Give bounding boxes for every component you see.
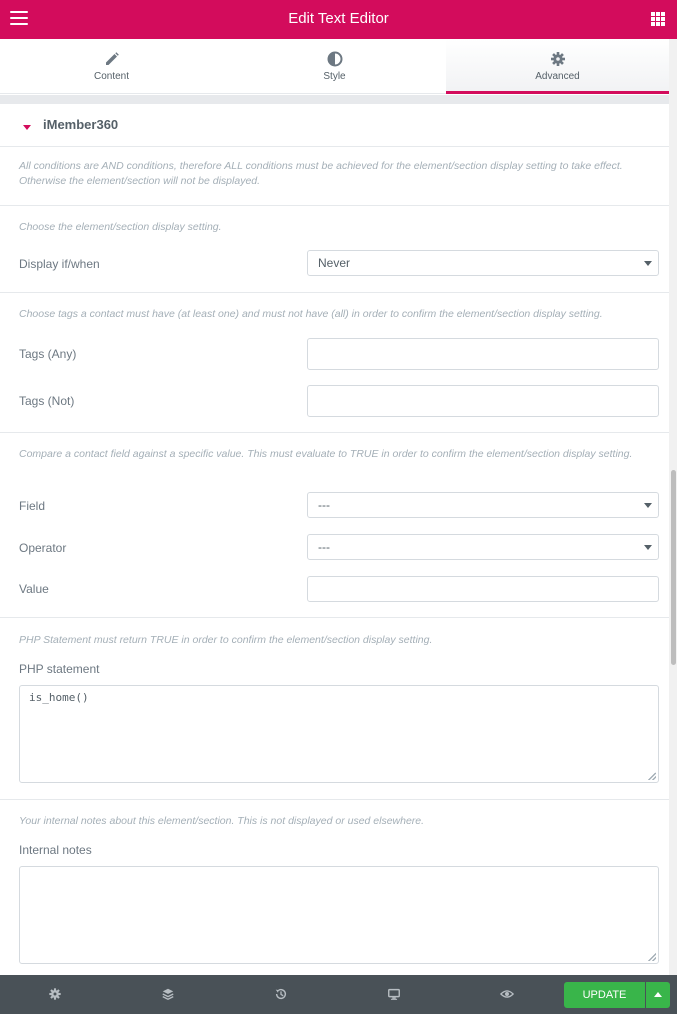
chevron-down-icon xyxy=(644,545,652,550)
scrollbar-thumb[interactable] xyxy=(671,470,676,665)
divider xyxy=(0,292,669,293)
preview-icon[interactable] xyxy=(500,987,514,1001)
display-select[interactable]: Never xyxy=(307,250,659,276)
notes-description: Your internal notes about this element/s… xyxy=(19,815,425,827)
pencil-icon xyxy=(105,52,119,65)
grid-icon[interactable] xyxy=(651,12,665,26)
section-title: iMember360 xyxy=(43,117,119,132)
display-label: Display if/when xyxy=(19,257,100,271)
tags-not-input[interactable] xyxy=(307,385,659,417)
divider xyxy=(0,432,669,433)
php-statement-textarea[interactable]: is_home() xyxy=(19,685,659,783)
display-select-value: Never xyxy=(318,256,351,270)
divider xyxy=(0,205,669,206)
operator-select[interactable]: --- xyxy=(307,534,659,560)
php-statement-value: is_home() xyxy=(29,691,89,704)
resize-handle-icon[interactable] xyxy=(648,772,656,780)
caret-up-icon xyxy=(654,992,662,997)
field-compare-description: Compare a contact field against a specif… xyxy=(19,448,633,460)
update-button[interactable]: UPDATE xyxy=(564,982,645,1008)
value-label: Value xyxy=(19,582,49,596)
layers-icon[interactable] xyxy=(161,987,175,1001)
tab-advanced[interactable]: Advanced xyxy=(446,39,669,94)
tags-description: Choose tags a contact must have (at leas… xyxy=(19,308,603,320)
field-select[interactable]: --- xyxy=(307,492,659,518)
panel-title: Edit Text Editor xyxy=(288,10,389,27)
internal-notes-textarea[interactable] xyxy=(19,866,659,964)
gear-icon xyxy=(550,52,565,66)
php-description: PHP Statement must return TRUE in order … xyxy=(19,634,433,646)
field-select-value: --- xyxy=(318,498,330,512)
editor-header: Edit Text Editor xyxy=(0,0,677,39)
responsive-icon[interactable] xyxy=(387,987,401,1001)
panel-tabs: Content Style Advanced xyxy=(0,39,669,94)
value-input[interactable] xyxy=(307,576,659,602)
tab-style-label: Style xyxy=(323,71,346,82)
half-circle-icon xyxy=(327,51,342,67)
tabs-divider xyxy=(0,95,669,104)
tab-content[interactable]: Content xyxy=(0,39,223,93)
tags-any-label: Tags (Any) xyxy=(19,347,77,361)
divider xyxy=(0,799,669,800)
operator-label: Operator xyxy=(19,541,67,555)
chevron-down-icon xyxy=(644,503,652,508)
tab-content-label: Content xyxy=(93,71,130,82)
operator-select-value: --- xyxy=(318,540,330,554)
notes-label: Internal notes xyxy=(19,843,92,857)
conditions-intro: All conditions are AND conditions, there… xyxy=(19,160,623,187)
field-label: Field xyxy=(19,499,46,513)
caret-down-icon xyxy=(23,125,31,130)
tab-advanced-label: Advanced xyxy=(535,71,580,82)
divider xyxy=(0,617,669,618)
resize-handle-icon[interactable] xyxy=(648,953,656,961)
update-options-button[interactable] xyxy=(646,982,670,1008)
display-description: Choose the element/section display setti… xyxy=(19,221,222,233)
history-icon[interactable] xyxy=(274,987,288,1001)
chevron-down-icon xyxy=(644,261,652,266)
tags-any-input[interactable] xyxy=(307,338,659,370)
php-label: PHP statement xyxy=(19,662,100,676)
section-header-imember360[interactable]: iMember360 xyxy=(0,104,669,147)
tags-not-label: Tags (Not) xyxy=(19,394,75,408)
tab-style[interactable]: Style xyxy=(223,39,446,93)
settings-icon[interactable] xyxy=(48,987,62,1001)
